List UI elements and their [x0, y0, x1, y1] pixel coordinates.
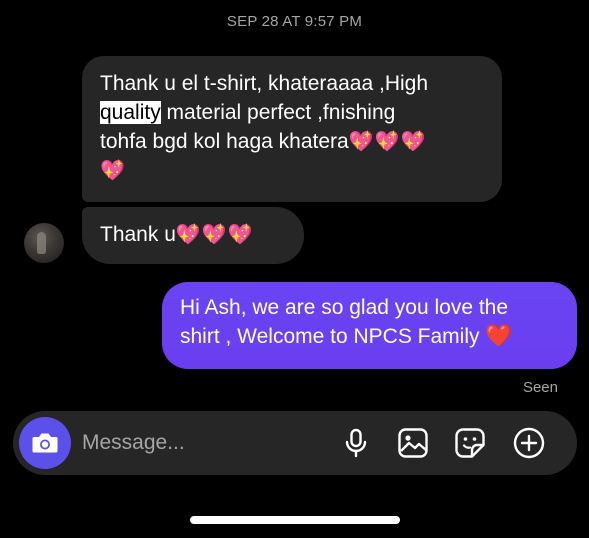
message-line: quality material perfect ,fnishing [100, 98, 484, 127]
sticker-icon [453, 426, 487, 460]
microphone-icon [339, 426, 373, 460]
home-indicator[interactable] [190, 516, 400, 524]
message-text: tohfa bgd kol haga khatera [100, 130, 349, 153]
message-composer [13, 411, 577, 475]
camera-button[interactable] [19, 417, 71, 469]
gallery-icon [396, 426, 430, 460]
message-text: Hi Ash, we are so glad you love the [180, 296, 509, 319]
seen-status: Seen [522, 379, 558, 396]
message-line: tohfa bgd kol haga khatera💖💖💖 [100, 127, 484, 156]
red-heart-emoji: ❤️ [485, 324, 513, 349]
sticker-button[interactable] [453, 426, 487, 460]
microphone-button[interactable] [339, 426, 373, 460]
message-text: material perfect ,fnishing [160, 101, 396, 124]
chat-screen: SEP 28 AT 9:57 PM Thank u el t-shirt, kh… [0, 0, 589, 538]
message-text: Thank u el t-shirt, khateraaaa ,High [100, 72, 429, 95]
avatar-photo-figure [37, 232, 46, 254]
highlighted-text: quality [100, 101, 161, 124]
sparkling-heart-emoji: 💖💖💖 [175, 222, 254, 246]
message-line: 💖 [100, 156, 484, 185]
sparkling-heart-emoji: 💖 [100, 158, 126, 182]
outgoing-message-bubble[interactable]: Hi Ash, we are so glad you love the shir… [162, 282, 577, 369]
incoming-message-bubble[interactable]: Thank u el t-shirt, khateraaaa ,High qua… [82, 56, 502, 202]
plus-icon [512, 426, 546, 460]
conversation-timestamp: SEP 28 AT 9:57 PM [226, 13, 363, 30]
sparkling-heart-emoji: 💖💖💖 [348, 129, 427, 153]
sender-avatar[interactable] [24, 223, 64, 263]
message-text: shirt , Welcome to NPCS Family [180, 325, 486, 348]
gallery-button[interactable] [396, 426, 430, 460]
message-input[interactable] [82, 411, 322, 475]
message-line: Hi Ash, we are so glad you love the [180, 293, 559, 322]
add-attachment-button[interactable] [512, 426, 546, 460]
message-line: Thank u el t-shirt, khateraaaa ,High [100, 69, 484, 98]
message-line: shirt , Welcome to NPCS Family ❤️ [180, 322, 559, 351]
message-text: Thank u [100, 223, 176, 246]
incoming-message-bubble[interactable]: Thank u💖💖💖 [82, 207, 304, 264]
